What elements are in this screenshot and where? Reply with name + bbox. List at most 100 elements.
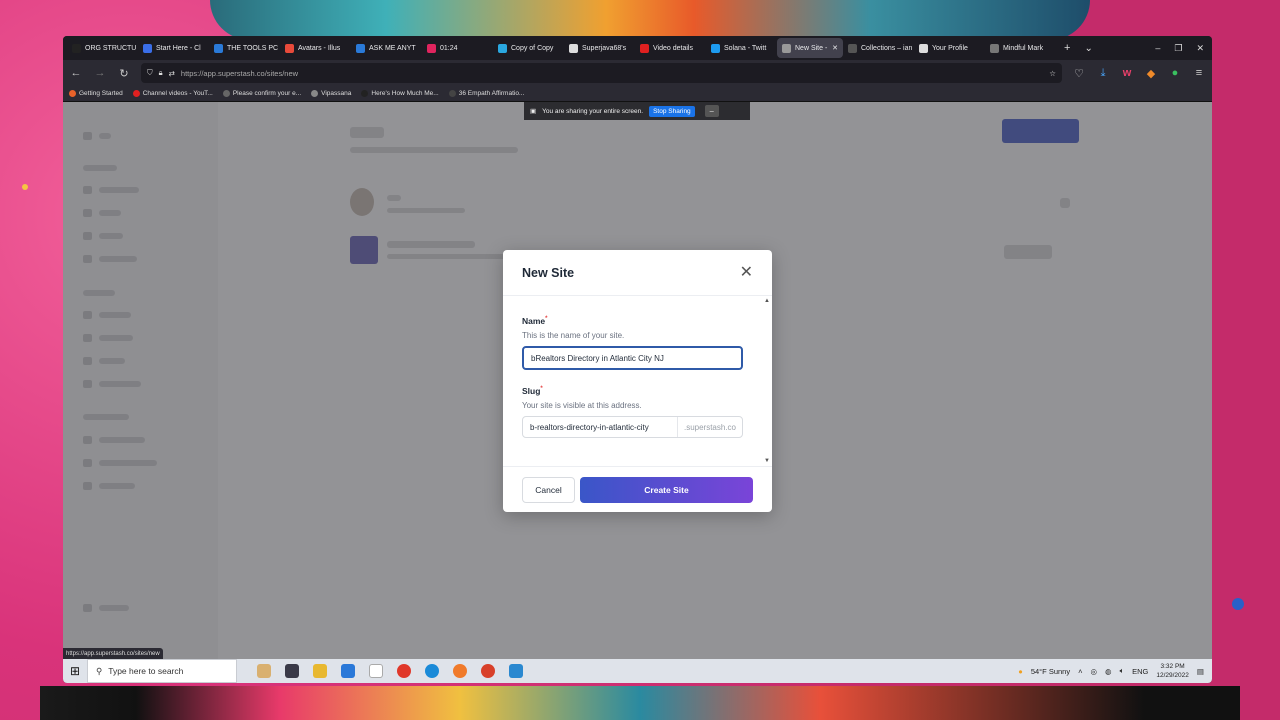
restore-icon[interactable]: ❐ <box>1174 43 1182 54</box>
tab-label: Collections – ian <box>861 44 913 52</box>
reload-icon[interactable]: ↻ <box>117 67 131 80</box>
clock-date: 12/29/2022 <box>1156 672 1189 679</box>
tab-list-icon[interactable]: ⌄ <box>1078 43 1098 54</box>
bookmark-item[interactable]: Please confirm your e... <box>222 90 301 97</box>
stop-sharing-button[interactable]: Stop Sharing <box>649 105 695 117</box>
new-tab-icon[interactable]: + <box>1056 42 1078 54</box>
close-window-icon[interactable]: ✕ <box>1196 43 1204 54</box>
slug-field[interactable]: b-realtors-directory-in-atlantic-city .s… <box>522 416 743 438</box>
screen-share-bar: ▣ You are sharing your entire screen. St… <box>524 102 750 120</box>
extension-w-icon[interactable]: w <box>1120 67 1134 79</box>
status-bar-url: https://app.superstash.co/sites/new <box>63 648 163 659</box>
browser-tab[interactable]: ASK ME ANYT <box>351 38 422 58</box>
firefox-icon[interactable] <box>453 664 467 678</box>
cancel-button[interactable]: Cancel <box>522 476 575 503</box>
tab-close-icon[interactable]: ✕ <box>832 44 838 52</box>
menu-icon[interactable]: ≡ <box>1192 67 1206 79</box>
browser-tab[interactable]: Your Profile <box>914 38 985 58</box>
name-label: Name* <box>522 316 548 326</box>
bookmark-item[interactable]: Here's How Much Me... <box>361 90 439 97</box>
extension-fox-icon[interactable]: ◆ <box>1144 67 1158 80</box>
share-bar-minimize-button[interactable]: _ <box>704 105 719 117</box>
create-site-button[interactable]: Create Site <box>580 476 753 503</box>
browser-tab[interactable]: New Site - ✕ <box>777 38 843 58</box>
url-text: https://app.superstash.co/sites/new <box>180 68 299 78</box>
bookmark-favicon-icon <box>448 90 456 97</box>
bookmark-star-icon[interactable]: ☆ <box>1049 69 1056 78</box>
browser-tab[interactable]: Start Here - Cl <box>138 38 209 58</box>
tab-label: ASK ME ANYT <box>369 44 416 52</box>
tab-label: New Site - <box>795 44 828 52</box>
name-input[interactable]: bRealtors Directory in Atlantic City NJ <box>522 346 743 370</box>
notifications-icon[interactable]: ▤ <box>1197 667 1204 676</box>
tray-chevron-icon[interactable]: ˄ <box>1078 667 1082 676</box>
tab-label: Copy of Copy <box>511 44 554 52</box>
tab-label: Start Here - Cl <box>156 44 201 52</box>
share-screen-icon: ▣ <box>530 108 537 115</box>
share-message: You are sharing your entire screen. <box>542 107 644 115</box>
minimize-icon[interactable]: – <box>1155 43 1160 54</box>
bookmark-favicon-icon <box>222 90 230 97</box>
tab-label: Mindful Mark <box>1003 44 1044 52</box>
photos-icon[interactable] <box>509 664 523 678</box>
browser-tab[interactable]: Superjava68's <box>564 38 635 58</box>
meet-now-icon[interactable]: ◎ <box>1091 667 1098 676</box>
tab-favicon-icon <box>285 43 294 53</box>
slug-input[interactable]: b-realtors-directory-in-atlantic-city <box>523 423 677 432</box>
file-explorer-icon[interactable] <box>313 664 327 678</box>
slug-suffix: .superstash.co <box>676 417 742 437</box>
chrome-profile-icon[interactable] <box>481 664 495 678</box>
tab-bar: ORG STRUCTU Start Here - Cl THE TOOLS PC Av… <box>63 36 1212 60</box>
weather-text[interactable]: 54°F Sunny <box>1031 667 1070 676</box>
windows-start-icon[interactable]: ⊞ <box>63 664 87 678</box>
chrome-icon[interactable] <box>397 664 411 678</box>
clock[interactable]: 3:32 PM 12/29/2022 <box>1156 662 1189 680</box>
new-site-dialog: New Site ✕ ▲ ▼ Name* This is the name of… <box>503 250 772 512</box>
tab-favicon-icon <box>848 43 857 53</box>
bookmarks-bar: Getting Started Channel videos - YouT... P… <box>63 86 1212 102</box>
notepad-icon[interactable] <box>369 664 383 678</box>
slug-hint: Your site is visible at this address. <box>522 401 642 410</box>
extension-leaf-icon[interactable]: ● <box>1168 67 1182 79</box>
taskbar-search-placeholder: Type here to search <box>108 666 184 676</box>
downloads-icon[interactable]: ⤓ <box>1096 67 1110 80</box>
weather-icon: ● <box>1018 666 1023 676</box>
browser-tab[interactable]: Copy of Copy <box>493 38 564 58</box>
scroll-up-icon[interactable]: ▲ <box>764 298 770 304</box>
system-tray: ● 54°F Sunny ˄ ◎ ◍ 🔈︎ ENG 3:32 PM 12/29/… <box>1018 662 1212 680</box>
browser-tab[interactable]: 01:24 <box>422 38 493 58</box>
browser-tab[interactable]: ORG STRUCTU <box>67 38 138 58</box>
tab-favicon-icon <box>356 43 365 53</box>
back-icon[interactable]: ← <box>69 67 83 79</box>
news-widget-icon[interactable] <box>257 664 271 678</box>
task-view-icon[interactable] <box>285 664 299 678</box>
language-indicator[interactable]: ENG <box>1132 667 1148 676</box>
browser-tab[interactable]: Mindful Mark <box>985 38 1056 58</box>
store-icon[interactable] <box>341 664 355 678</box>
tab-favicon-icon <box>143 43 152 53</box>
bookmark-label: Getting Started <box>79 90 123 97</box>
browser-tab[interactable]: THE TOOLS PC <box>209 38 280 58</box>
network-icon[interactable]: ◍ <box>1105 667 1112 676</box>
tab-label: Avatars - Illus <box>298 44 341 52</box>
close-icon[interactable]: ✕ <box>740 264 753 281</box>
forward-icon[interactable]: → <box>93 67 107 79</box>
bookmark-item[interactable]: 36 Empath Affirmatio... <box>448 90 524 97</box>
dialog-scrollbar[interactable]: ▲ ▼ <box>764 296 770 466</box>
browser-tab[interactable]: Collections – ian <box>843 38 914 58</box>
pocket-icon[interactable]: ♡ <box>1072 67 1086 80</box>
bookmark-favicon-icon <box>69 90 76 97</box>
browser-tab[interactable]: Solana - Twitt <box>706 38 777 58</box>
bookmark-item[interactable]: Channel videos - YouT... <box>132 90 213 97</box>
browser-tab[interactable]: Video details <box>635 38 706 58</box>
browser-tab[interactable]: Avatars - Illus <box>280 38 351 58</box>
scroll-down-icon[interactable]: ▼ <box>764 458 770 464</box>
shield-icon: ⛉ <box>147 68 153 77</box>
tab-favicon-icon <box>990 43 999 53</box>
edge-icon[interactable] <box>425 664 439 678</box>
bookmark-item[interactable]: Vipassana <box>311 90 351 97</box>
bookmark-item[interactable]: Getting Started <box>69 90 123 97</box>
volume-icon[interactable]: 🔈︎ <box>1120 666 1125 676</box>
taskbar-search[interactable]: ⚲ Type here to search <box>87 659 237 683</box>
address-bar[interactable]: ⛉ 🔒︎ ⇄ https://app.superstash.co/sites/n… <box>141 63 1062 83</box>
